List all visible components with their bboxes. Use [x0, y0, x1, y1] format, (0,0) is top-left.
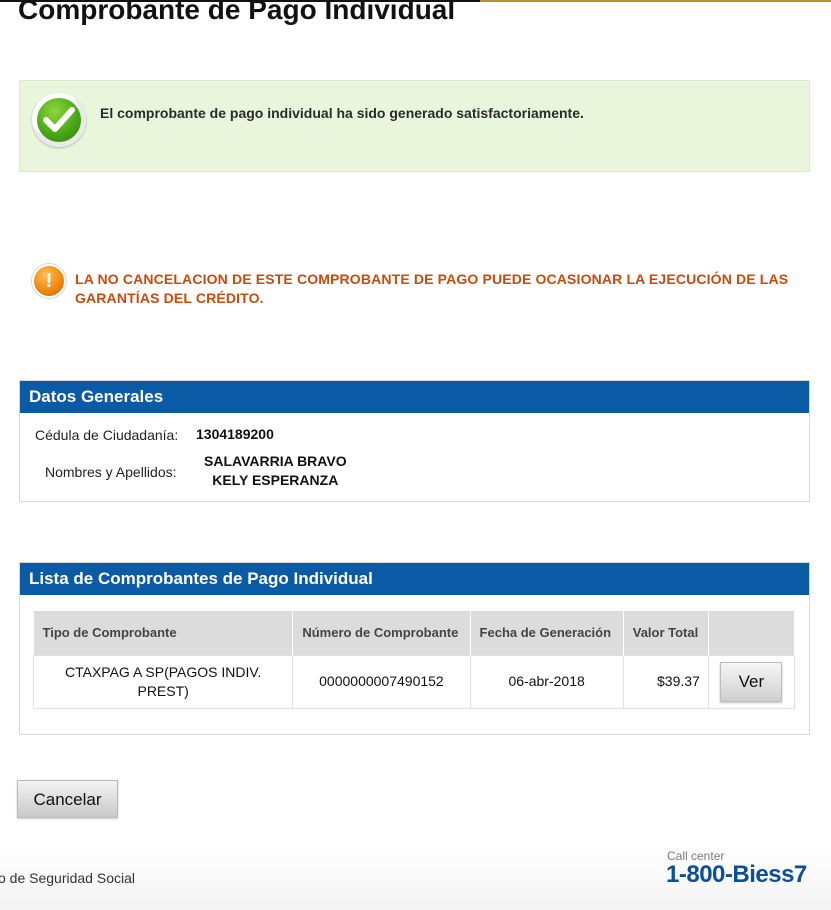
table-row: CTAXPAG A SP(PAGOS INDIV. PREST) 0000000… [32, 654, 796, 709]
footer-org-text: o de Seguridad Social [0, 870, 135, 886]
cell-numero: 0000000007490152 [292, 654, 471, 709]
nombres-value: SALAVARRIA BRAVO KELY ESPERANZA [204, 452, 347, 490]
page-title: Comprobante de Pago Individual [18, 0, 456, 25]
comprobantes-table: Tipo de Comprobante Número de Comprobant… [32, 611, 796, 709]
lista-comprobantes-panel: Lista de Comprobantes de Pago Individual… [19, 562, 810, 735]
top-border-accent [480, 0, 831, 2]
column-header-valor: Valor Total [623, 611, 709, 655]
cell-tipo: CTAXPAG A SP(PAGOS INDIV. PREST) [32, 654, 294, 709]
nombres-label: Nombres y Apellidos: [45, 464, 177, 480]
footer: o de Seguridad Social Call center 1-800-… [0, 848, 831, 910]
column-header-numero: Número de Comprobante [292, 611, 471, 655]
column-header-tipo: Tipo de Comprobante [33, 611, 294, 655]
success-message: El comprobante de pago individual ha sid… [100, 105, 584, 121]
datos-generales-panel: Datos Generales Cédula de Ciudadanía: 13… [19, 380, 810, 502]
nombres-line-2: KELY ESPERANZA [212, 472, 339, 488]
ver-button[interactable]: Ver [720, 661, 783, 702]
warning-message: LA NO CANCELACION DE ESTE COMPROBANTE DE… [75, 271, 789, 306]
exclamation-circle-icon: ! [32, 264, 66, 298]
check-circle-icon [32, 93, 86, 147]
success-banner: El comprobante de pago individual ha sid… [19, 80, 810, 172]
cedula-value: 1304189200 [196, 426, 274, 442]
cedula-label: Cédula de Ciudadanía: [35, 427, 179, 443]
datos-generales-heading: Datos Generales [20, 381, 809, 413]
callcenter-number: 1-800-Biess7 [666, 861, 807, 888]
cancel-button[interactable]: Cancelar [17, 780, 118, 818]
column-header-fecha: Fecha de Generación [470, 611, 624, 655]
nombres-line-1: SALAVARRIA BRAVO [204, 453, 347, 469]
cell-accion: Ver [707, 654, 796, 709]
lista-comprobantes-heading: Lista de Comprobantes de Pago Individual [20, 563, 809, 595]
table-header-row: Tipo de Comprobante Número de Comprobant… [33, 611, 796, 655]
column-header-accion [708, 611, 796, 655]
cell-valor: $39.37 [622, 654, 709, 709]
cell-fecha: 06-abr-2018 [469, 654, 624, 709]
